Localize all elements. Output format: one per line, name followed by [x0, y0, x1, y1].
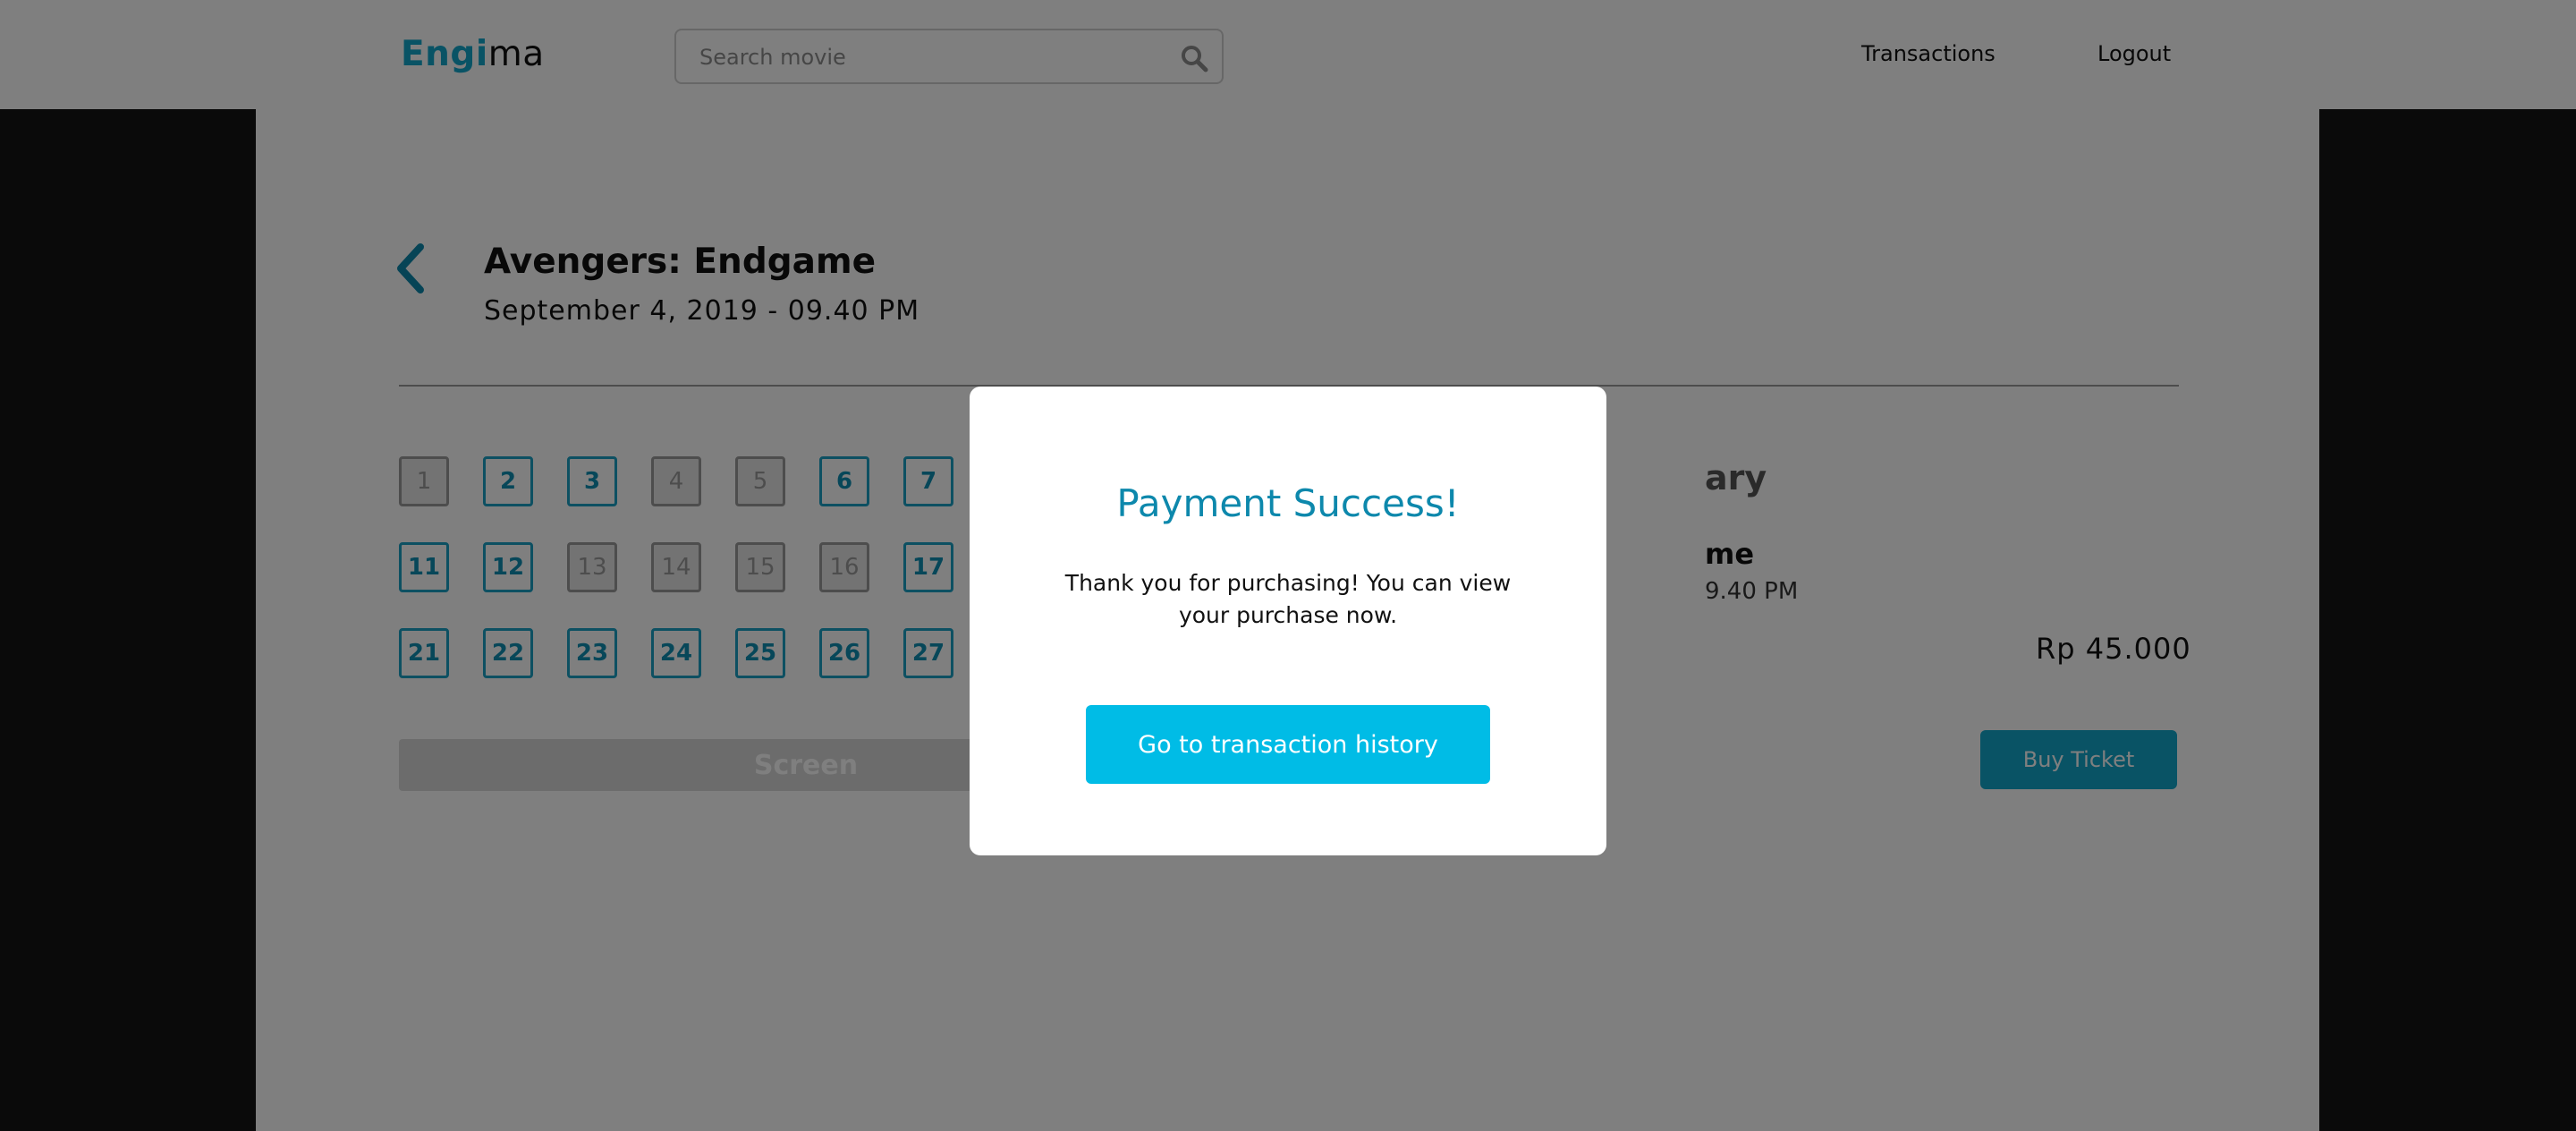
payment-success-modal: Payment Success! Thank you for purchasin… — [970, 387, 1606, 855]
modal-title: Payment Success! — [1116, 481, 1460, 525]
go-to-transaction-history-button[interactable]: Go to transaction history — [1086, 705, 1490, 784]
modal-message: Thank you for purchasing! You can view y… — [1064, 570, 1512, 628]
